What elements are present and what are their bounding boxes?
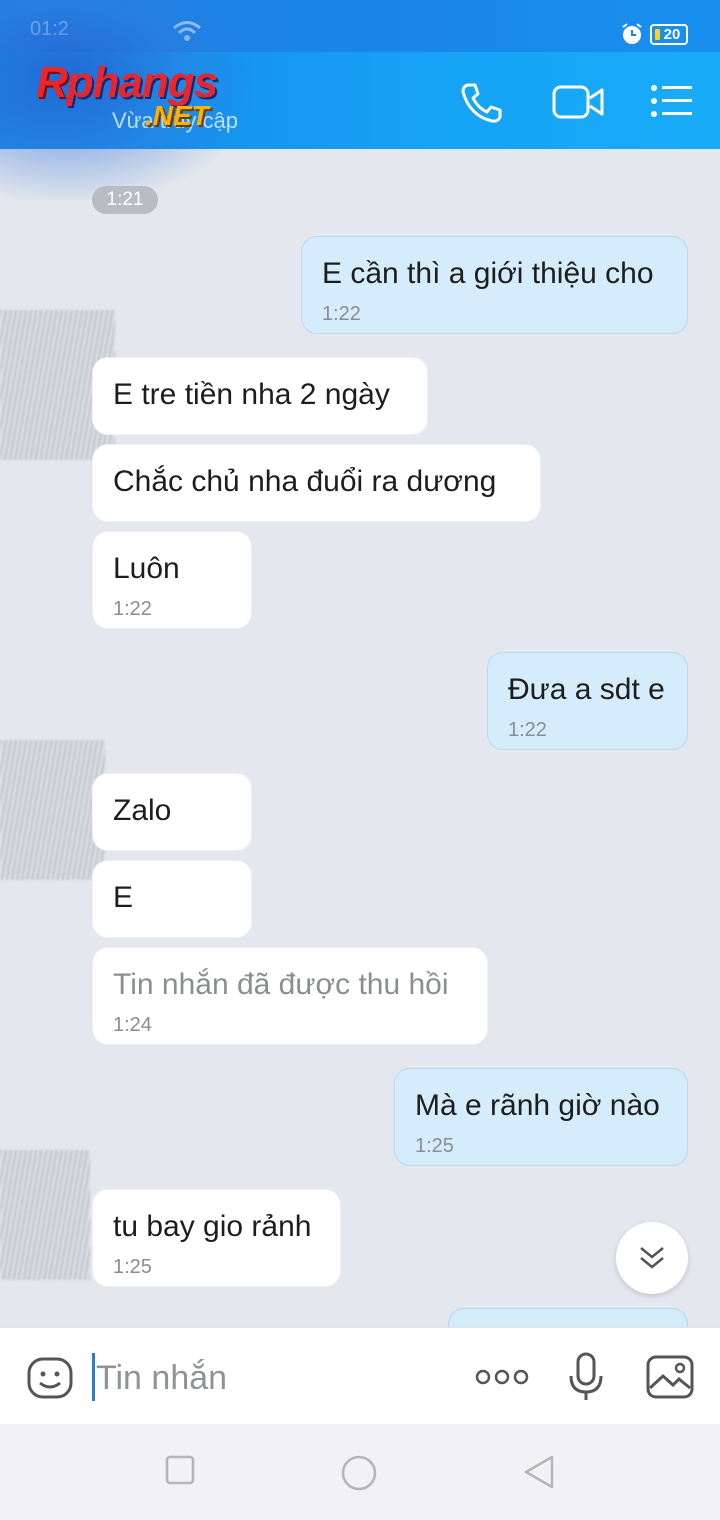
alarm-icon [622, 23, 642, 44]
scroll-to-bottom-button[interactable] [616, 1222, 688, 1294]
battery-indicator: 20 [650, 24, 688, 45]
message-time: 1:24 [113, 1014, 152, 1036]
message-time: 1:22 [113, 598, 152, 620]
message-time: 1:25 [113, 1256, 152, 1278]
message-text: Đưa a sdt e [508, 673, 665, 706]
text-cursor [92, 1353, 95, 1401]
image-icon[interactable] [645, 1354, 695, 1400]
system-navigation-bar [0, 1424, 720, 1520]
more-icon[interactable] [474, 1368, 530, 1386]
time-divider: 1:21 [92, 186, 158, 214]
emoji-icon[interactable] [26, 1354, 74, 1402]
message-bubble-incoming[interactable]: E [92, 860, 252, 938]
video-call-icon[interactable] [552, 84, 604, 120]
message-time: 1:22 [508, 719, 547, 741]
message-text: Chắc chủ nha đuổi ra dương [113, 465, 497, 498]
menu-list-icon[interactable] [650, 84, 694, 118]
home-icon[interactable] [340, 1454, 378, 1492]
status-bar: 01:2 20 [0, 0, 720, 52]
microphone-icon[interactable] [566, 1352, 606, 1404]
recent-apps-icon[interactable] [164, 1454, 196, 1486]
message-bubble-incoming[interactable]: E tre tiền nha 2 ngày [92, 357, 428, 435]
message-text: E [113, 881, 134, 914]
message-bubble-outgoing[interactable]: Mà e rãnh giờ nào 1:25 [394, 1068, 688, 1166]
message-time: 1:25 [415, 1135, 454, 1157]
message-bubble-outgoing[interactable]: E cần thì a giới thiệu cho 1:22 [301, 236, 688, 334]
message-text: E tre tiền nha 2 ngày [113, 378, 390, 411]
double-chevron-down-icon [640, 1247, 664, 1269]
message-bubble-incoming[interactable]: tu bay gio rảnh 1:25 [92, 1189, 341, 1287]
message-text: tu bay gio rảnh [113, 1210, 312, 1243]
message-input[interactable]: Tin nhắn [96, 1359, 227, 1398]
phone-icon[interactable] [458, 80, 504, 126]
message-text: Zalo [113, 794, 172, 827]
message-bubble-incoming[interactable]: Chắc chủ nha đuổi ra dương [92, 444, 541, 522]
message-input-bar: Tin nhắn [0, 1327, 720, 1424]
message-bubble-outgoing[interactable]: Đưa a sdt e 1:22 [487, 652, 688, 750]
message-text: Luôn [113, 552, 180, 585]
wifi-icon [173, 21, 201, 41]
message-bubble-recalled[interactable]: Tin nhắn đã được thu hồi 1:24 [92, 947, 488, 1045]
message-text: E cần thì a giới thiệu cho [322, 257, 654, 290]
status-time: 01:2 [30, 18, 69, 40]
watermark-logo-net: .NET [145, 100, 209, 131]
message-text: Mà e rãnh giờ nào [415, 1089, 660, 1122]
message-bubble-incoming[interactable]: Zalo [92, 773, 252, 851]
message-time: 1:22 [322, 303, 361, 325]
message-bubble-incoming[interactable]: Luôn 1:22 [92, 531, 252, 629]
message-text: Tin nhắn đã được thu hồi [113, 968, 449, 1001]
redaction-scribble [0, 1150, 90, 1280]
back-icon[interactable] [522, 1454, 556, 1490]
redaction-scribble [0, 740, 105, 880]
